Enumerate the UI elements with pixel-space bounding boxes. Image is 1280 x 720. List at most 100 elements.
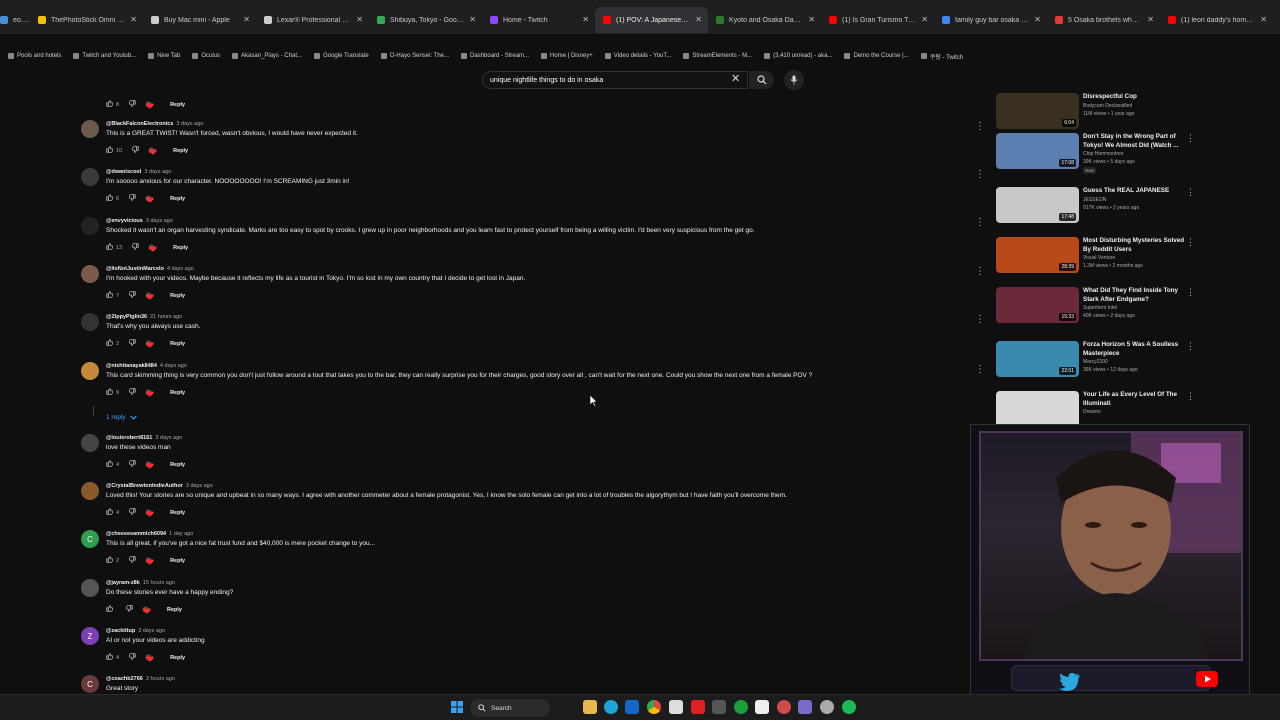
avatar[interactable] [81,168,99,186]
browser-tab[interactable]: (1) Is Gran Turismo The Best ✕ [821,7,934,33]
video-title[interactable]: Guess The REAL JAPANESE [1083,187,1188,196]
bookmark-item[interactable]: Pools and hotels [8,53,61,59]
comment-time[interactable]: 3 days ago [155,435,182,441]
avatar[interactable] [81,482,99,500]
search-input[interactable]: unique nightlife things to do in osaka [482,71,748,89]
browser-tab[interactable]: eo.co.jp [0,7,30,33]
comment-author[interactable]: @envyvicious [106,218,143,224]
comment-author[interactable]: @jayram-z8k [106,580,140,586]
taskbar-search[interactable]: Search [470,699,550,717]
comment-author[interactable]: @dwaniscool [106,169,141,175]
browser-tab[interactable]: 5 Osaka brothels where you c ✕ [1047,7,1160,33]
bookmark-item[interactable]: Dashboard - Stream... [461,53,529,59]
reply-button[interactable]: Reply [170,341,185,347]
chrome-icon[interactable] [647,700,661,714]
browser-tab[interactable]: family guy bar osaka - Googl ✕ [934,7,1047,33]
tab-close-icon[interactable]: ✕ [356,15,363,24]
channel-name[interactable]: Chip Hammontree [1083,151,1124,157]
like-button[interactable]: 4 [106,508,119,517]
bookmark-item[interactable]: New Tab [148,53,180,59]
avatar[interactable]: C [81,675,99,693]
like-button[interactable]: 10 [106,146,122,155]
youtube-app-icon[interactable] [691,700,705,714]
close-icon[interactable]: ✕ [731,72,740,85]
video-thumbnail[interactable] [996,391,1079,427]
avatar[interactable] [81,217,99,235]
like-button[interactable]: 8 [106,100,119,109]
bookmark-item[interactable]: O-Hayo Sensei: The... [380,53,449,59]
comment-author[interactable]: @nishitanayak8484 [106,363,157,369]
comment-time[interactable]: 1 day ago [169,531,193,537]
video-title[interactable]: Disrespectful Cop [1083,93,1188,102]
capcut-icon[interactable] [755,700,769,714]
xbox-icon[interactable] [734,700,748,714]
browser-tab[interactable]: Shibuya, Tokyo - Google Map ✕ [369,7,482,33]
comment-time[interactable]: 4 days ago [167,266,194,272]
like-button[interactable]: 13 [106,243,122,252]
tab-close-icon[interactable]: ✕ [808,15,815,24]
reply-button[interactable]: Reply [170,655,185,661]
avatar[interactable]: Z [81,627,99,645]
reply-button[interactable]: Reply [167,607,182,613]
avatar[interactable] [81,120,99,138]
comment-author[interactable]: @ItsNotJustinMarcelo [106,266,164,272]
tab-close-icon[interactable]: ✕ [695,15,702,24]
reply-button[interactable]: Reply [170,102,185,108]
more-options-icon[interactable]: ⋮ [1186,133,1195,144]
tab-close-icon[interactable]: ✕ [1147,15,1154,24]
dislike-button[interactable] [129,508,136,517]
channel-name[interactable]: Marcy2200 [1083,359,1108,365]
bookmark-item[interactable]: Video details - YouT... [604,53,671,59]
recommended-video[interactable]: 15:33 What Did They Find Inside Tony Star… [996,287,1196,335]
tab-close-icon[interactable]: ✕ [243,15,250,24]
tab-close-icon[interactable]: ✕ [582,15,589,24]
channel-name[interactable]: Superhero Intel [1083,305,1117,311]
avatar[interactable] [81,265,99,283]
browser-tab[interactable]: Kyoto and Osaka Day Trip | K ✕ [708,7,821,33]
dislike-button[interactable] [129,291,136,300]
avatar[interactable]: C [81,530,99,548]
comment-time[interactable]: 3 days ago [176,121,203,127]
comment-time[interactable]: 21 hours ago [150,314,182,320]
calendar-icon[interactable] [669,700,683,714]
more-options-icon[interactable]: ⋮ [1186,341,1195,352]
reply-button[interactable]: Reply [170,510,185,516]
browser-tab[interactable]: (1) leon daddy's home - YouT ✕ [1160,7,1273,33]
comment-author[interactable]: @BlackFalconElectronics [106,121,173,127]
bookmark-item[interactable]: Twitch and Youtub... [73,53,136,59]
dislike-button[interactable] [132,146,139,155]
recommended-video[interactable]: 28:39 Most Disturbing Mysteries Solved By… [996,237,1196,285]
more-options-icon[interactable]: ⋮ [975,314,985,325]
video-title[interactable]: Forza Horizon 5 Was A Soulless Masterpie… [1083,341,1188,358]
reply-button[interactable]: Reply [170,293,185,299]
comment-time[interactable]: 3 days ago [186,483,213,489]
comment-author[interactable]: @CrystalBrewtonIndieAuthor [106,483,183,489]
reply-button[interactable]: Reply [173,148,188,154]
like-button[interactable] [106,605,116,614]
bookmark-item[interactable]: StreamElements - M... [683,53,752,59]
channel-name[interactable]: Visual Venture [1083,255,1115,261]
more-options-icon[interactable]: ⋮ [1186,187,1195,198]
reply-button[interactable]: Reply [170,196,185,202]
video-title[interactable]: Your Life as Every Level Of The Illumina… [1083,391,1188,408]
recommended-video[interactable]: 17:08 Don't Stay in the Wrong Part of Tok… [996,133,1196,181]
more-options-icon[interactable]: ⋮ [975,217,985,228]
streamlabs-icon[interactable] [798,700,812,714]
browser-tab[interactable]: Lexar® Professional Go Port ✕ [256,7,369,33]
comment-time[interactable]: 3 days ago [144,169,171,175]
dislike-button[interactable] [129,194,136,203]
reply-button[interactable]: Reply [170,558,185,564]
dislike-button[interactable] [129,556,136,565]
like-button[interactable]: 6 [106,194,119,203]
tab-close-icon[interactable]: ✕ [921,15,928,24]
more-options-icon[interactable]: ⋮ [1186,287,1195,298]
settings-gear-icon[interactable] [777,700,791,714]
comment-author[interactable]: @cheesesammich6094 [106,531,166,537]
bookmark-item[interactable]: Home | Disney+ [541,53,593,59]
comment-time[interactable]: 3 hours ago [146,676,175,682]
avatar[interactable] [81,579,99,597]
channel-name[interactable]: JESSEON [1083,197,1106,203]
dislike-button[interactable] [125,605,133,614]
comment-author[interactable]: @ZippyPiglin36 [106,314,147,320]
avatar[interactable] [81,313,99,331]
